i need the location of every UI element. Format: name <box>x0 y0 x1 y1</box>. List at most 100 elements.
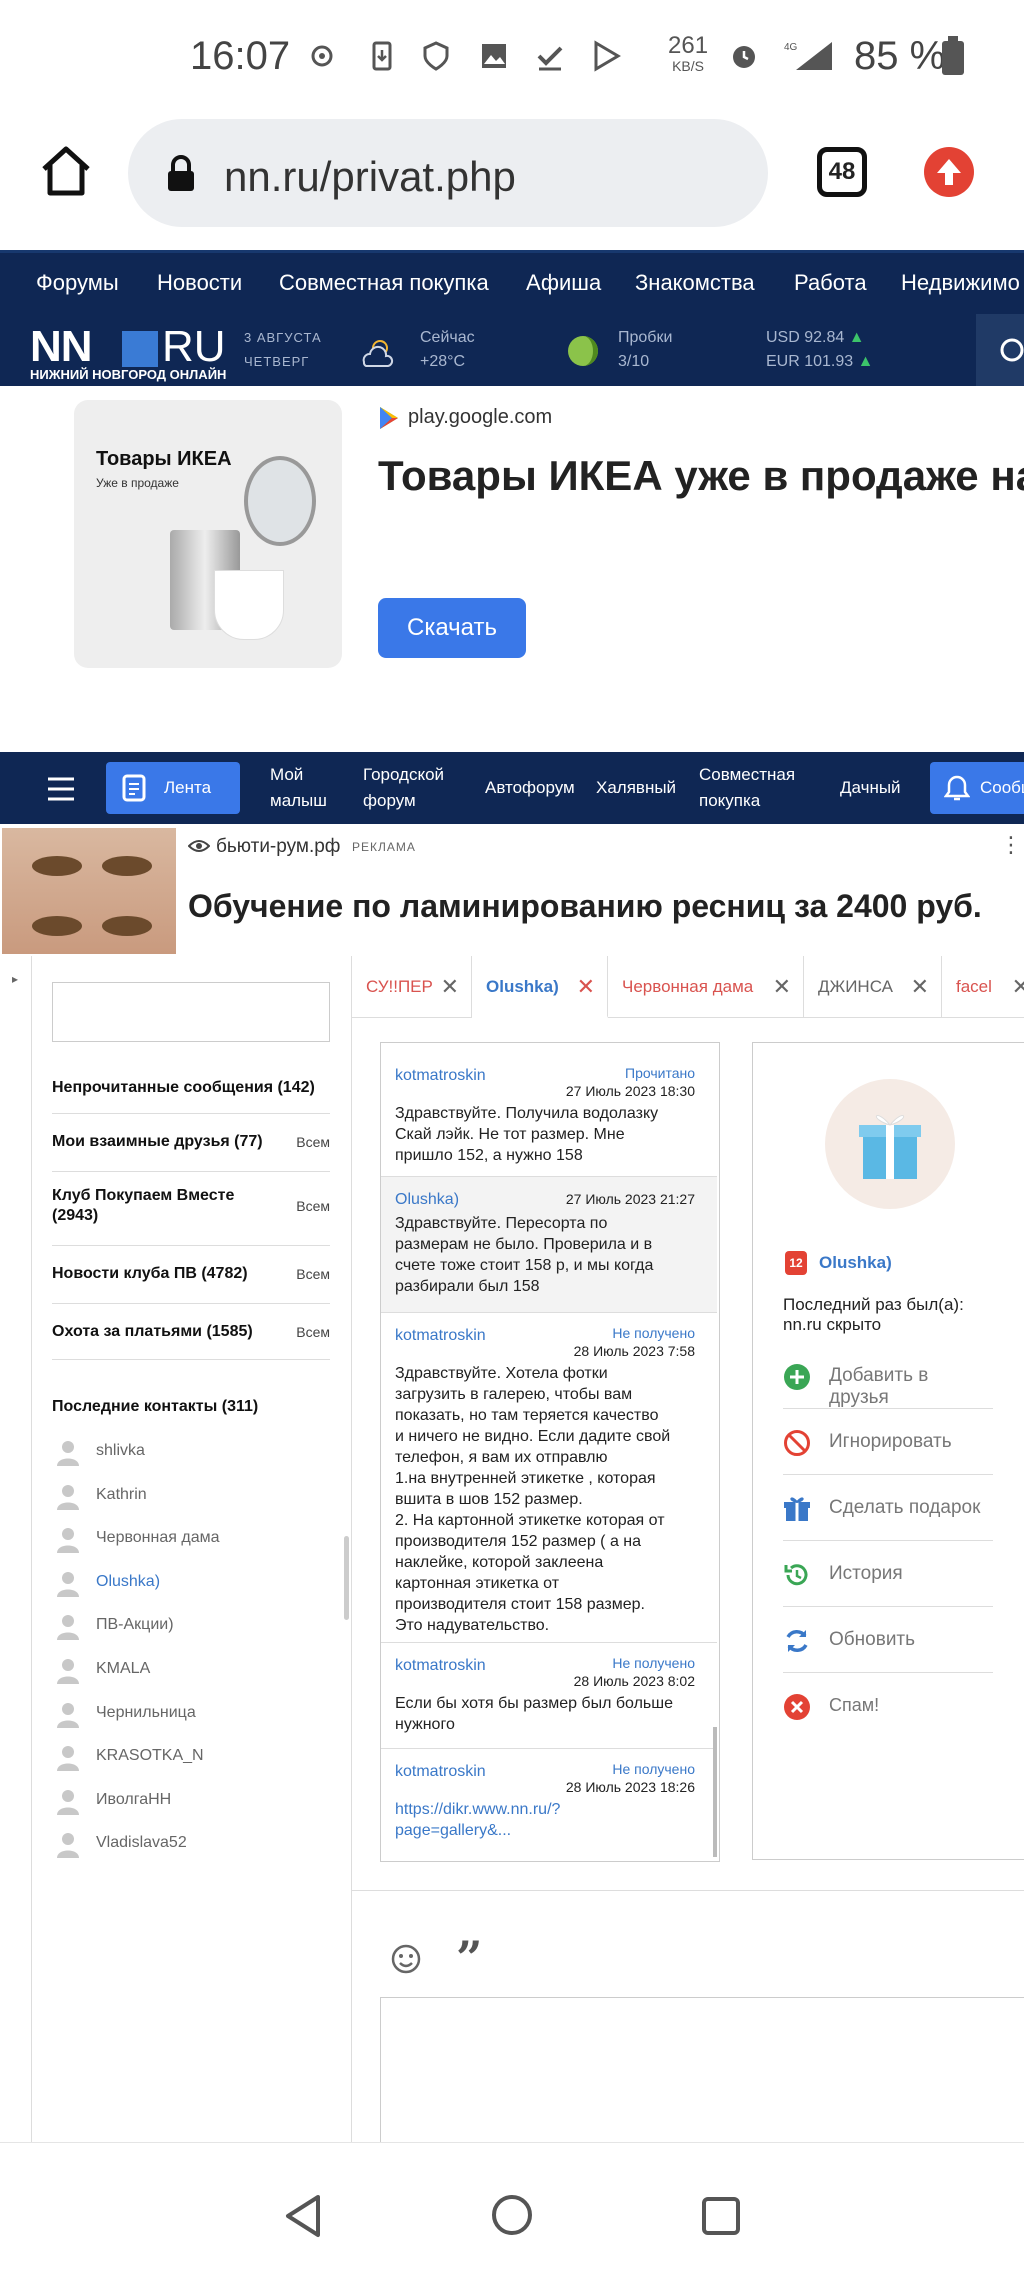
ad-label: РЕКЛАМА <box>352 840 416 854</box>
nav-item-dating[interactable]: Знакомства <box>635 270 755 296</box>
contact-name: Vladislava52 <box>96 1834 187 1852</box>
ignore-icon <box>784 1430 810 1456</box>
close-icon[interactable]: ✕ <box>1012 956 1024 1018</box>
message-author[interactable]: kotmatroskin <box>395 1657 486 1675</box>
contact-name: Червонная дама <box>96 1529 220 1547</box>
ad-banner-lashes[interactable]: бьюти-рум.рф РЕКЛАМА ⋮ Обучение по ламин… <box>0 824 1024 956</box>
close-icon[interactable]: ✕ <box>441 956 459 1018</box>
ad-title[interactable]: Обучение по ламинированию ресниц за 2400… <box>188 888 982 925</box>
forum-nav-my-baby[interactable]: Мой малыш <box>270 762 327 814</box>
hamburger-menu-icon[interactable] <box>46 776 76 802</box>
nav-item-jobs[interactable]: Работа <box>794 270 867 296</box>
nav-item-realty[interactable]: Недвижимо <box>901 270 1020 296</box>
contact-item[interactable]: Kathrin <box>52 1476 330 1520</box>
ignore-button[interactable]: Игнорировать <box>783 1409 993 1475</box>
ad-domain: play.google.com <box>408 406 553 428</box>
spam-icon <box>784 1694 810 1720</box>
folder-unread[interactable]: Непрочитанные сообщения (142) <box>52 1066 330 1114</box>
send-gift-button[interactable]: Сделать подарок <box>783 1475 993 1541</box>
ad-download-button[interactable]: Скачать <box>378 598 526 658</box>
message-text: Если бы хотя бы размер был больше нужного <box>395 1695 673 1733</box>
address-bar[interactable]: nn.ru/privat.php <box>128 119 768 227</box>
logo-square-icon <box>122 331 158 367</box>
add-friend-button[interactable]: Добавить в друзья <box>783 1343 993 1409</box>
folder-club-buy-together[interactable]: Клуб Покупаем Вместе (2943) Всем <box>52 1172 330 1246</box>
network-speed: 261 KB/S <box>668 32 709 75</box>
refresh-button[interactable]: Обновить <box>783 1607 993 1673</box>
user-avatar-icon <box>57 1702 79 1728</box>
message: kotmatroskin Не получено 28 Июль 2023 18… <box>381 1749 717 1859</box>
tab-lenta[interactable]: Лента <box>106 762 240 814</box>
contact-item[interactable]: Olushka) <box>52 1563 330 1607</box>
more-vertical-icon[interactable]: ⋮ <box>1000 832 1022 858</box>
contact-item[interactable]: Vladislava52 <box>52 1824 330 1868</box>
spam-button[interactable]: Спам! <box>783 1673 993 1739</box>
message-link[interactable]: https://dikr.www.nn.ru/? page=gallery&... <box>395 1799 703 1841</box>
ad-banner-ikea[interactable]: Товары ИКЕА Уже в продаже play.google.co… <box>0 386 1024 752</box>
messages-scrollbar[interactable] <box>713 1727 717 1857</box>
ad-title[interactable]: Товары ИКЕА уже в продаже на Я <box>378 452 1024 500</box>
contact-item[interactable]: KRASOTKA_N <box>52 1737 330 1781</box>
folder-club-news[interactable]: Новости клуба ПВ (4782) Всем <box>52 1246 330 1304</box>
contacts-search-input[interactable] <box>52 982 330 1042</box>
chat-tab-super[interactable]: СУ!!ПЕР ✕ <box>352 956 472 1018</box>
home-circle-icon[interactable] <box>490 2193 534 2237</box>
folder-dress-hunt[interactable]: Охота за платьями (1585) Всем <box>52 1304 330 1360</box>
logo-nn[interactable]: NN <box>30 322 93 372</box>
chat-tab-chervonnaya[interactable]: Червонная дама ✕ <box>608 956 804 1018</box>
message-author[interactable]: kotmatroskin <box>395 1327 486 1345</box>
quote-icon[interactable]: ” <box>456 1931 482 1985</box>
message-author[interactable]: Olushka) <box>395 1191 459 1209</box>
chat-tab-facel[interactable]: facel ✕ <box>942 956 1024 1018</box>
message-text: Здравствуйте. Пересорта по размерам не бы… <box>395 1215 654 1295</box>
battery-percent: 85 % <box>854 34 946 78</box>
home-icon[interactable] <box>40 145 92 197</box>
site-nav: Форумы Новости Совместная покупка Афиша … <box>0 250 1024 314</box>
close-icon[interactable]: ✕ <box>773 956 791 1018</box>
browser-toolbar: nn.ru/privat.php 48 <box>0 115 1024 250</box>
nav-item-news[interactable]: Новости <box>157 270 242 296</box>
contact-item[interactable]: ПВ-Акции) <box>52 1606 330 1650</box>
back-icon[interactable] <box>282 2193 324 2239</box>
forum-nav-dacha[interactable]: Дачный <box>840 775 901 801</box>
contact-name: KMALA <box>96 1660 151 1677</box>
forum-nav-free[interactable]: Халявный <box>596 775 676 801</box>
forum-nav-auto[interactable]: Автофорум <box>485 775 575 801</box>
contact-item[interactable]: ИволгаНН <box>52 1781 330 1825</box>
collapse-strip[interactable]: ▸ <box>0 956 32 2142</box>
user-avatar-icon <box>57 1571 79 1597</box>
message-input[interactable] <box>380 1997 1024 2147</box>
nav-item-joint-purchase[interactable]: Совместная покупка <box>279 270 489 296</box>
close-icon[interactable]: ✕ <box>911 956 929 1018</box>
update-button[interactable] <box>924 147 974 197</box>
close-icon[interactable]: ✕ <box>577 956 595 1018</box>
notifications-button[interactable]: Сообщ <box>930 762 1024 814</box>
header-search-button[interactable] <box>976 314 1024 386</box>
contact-item[interactable]: Червонная дама <box>52 1519 330 1563</box>
tab-switcher-button[interactable]: 48 <box>817 147 867 197</box>
contacts-scrollbar[interactable] <box>344 1536 349 1620</box>
nav-item-forums[interactable]: Форумы <box>36 270 119 296</box>
forum-nav-joint-purchase[interactable]: Совместная покупка <box>699 762 795 814</box>
nav-item-afisha[interactable]: Афиша <box>526 270 601 296</box>
contact-item[interactable]: Чернильница <box>52 1694 330 1738</box>
user-avatar-icon <box>57 1789 79 1815</box>
chat-tabs: СУ!!ПЕР ✕ Olushka) ✕ Червонная дама ✕ ДЖИНС… <box>352 956 1024 1018</box>
contact-item[interactable]: KMALA <box>52 1650 330 1694</box>
history-button[interactable]: История <box>783 1541 993 1607</box>
image-icon <box>482 44 506 68</box>
folder-mutual-friends[interactable]: Мои взаимные друзья (77) Всем <box>52 1114 330 1172</box>
logo-ru[interactable]: RU <box>162 322 226 372</box>
message-author[interactable]: kotmatroskin <box>395 1763 486 1781</box>
message-author[interactable]: kotmatroskin <box>395 1067 486 1085</box>
contact-item[interactable]: shlivka <box>52 1432 330 1476</box>
recent-apps-icon[interactable] <box>700 2195 742 2237</box>
contact-name: KRASOTKA_N <box>96 1747 204 1765</box>
profile-name[interactable]: Olushka) <box>819 1253 892 1273</box>
message-status: Не получено <box>612 1655 695 1671</box>
emoji-icon[interactable] <box>390 1943 422 1975</box>
chat-tab-olushka[interactable]: Olushka) ✕ <box>472 956 608 1018</box>
svg-text:4G: 4G <box>784 42 798 53</box>
forum-nav-city-forum[interactable]: Городской форум <box>363 762 444 814</box>
chat-tab-jeansa[interactable]: ДЖИНСА ✕ <box>804 956 942 1018</box>
